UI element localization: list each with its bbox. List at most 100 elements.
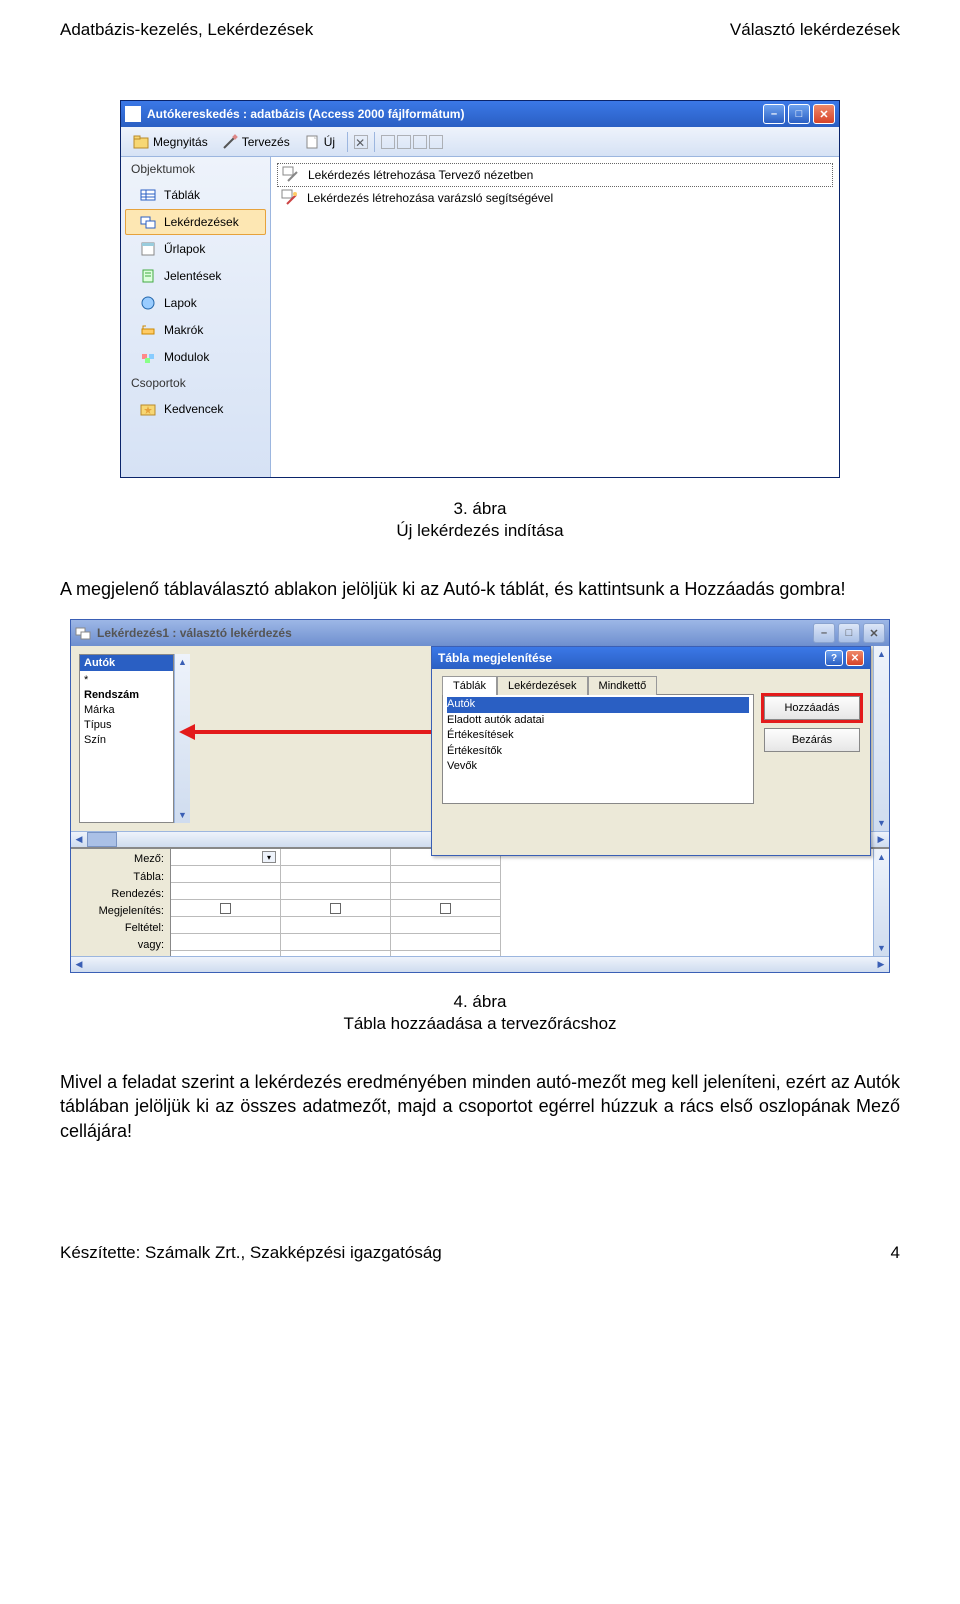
db-window: Autókereskedés : adatbázis (Access 2000 … xyxy=(120,100,840,478)
details-icon[interactable] xyxy=(429,135,443,149)
report-icon xyxy=(140,268,156,284)
open-icon xyxy=(133,134,149,150)
sidebar-item-pages[interactable]: Lapok xyxy=(125,290,266,316)
create-query-design-option[interactable]: Lekérdezés létrehozása Tervező nézetben xyxy=(277,163,833,187)
scroll-left-icon[interactable]: ◀ xyxy=(71,957,87,972)
tab-queries[interactable]: Lekérdezések xyxy=(497,676,588,695)
grid-cell-show[interactable] xyxy=(171,900,280,917)
sidebar-item-favorites[interactable]: Kedvencek xyxy=(125,396,266,422)
query-window: Lekérdezés1 : választó lekérdezés – □ ✕ … xyxy=(70,619,890,972)
sidebar-item-reports[interactable]: Jelentések xyxy=(125,263,266,289)
scroll-up-icon[interactable]: ▲ xyxy=(874,849,889,865)
create-query-wizard-option[interactable]: Lekérdezés létrehozása varázsló segítség… xyxy=(277,187,833,209)
figure-number: 4. ábra xyxy=(60,991,900,1013)
sidebar-label: Lapok xyxy=(164,296,197,310)
dialog-title: Tábla megjelenítése xyxy=(438,651,552,665)
list-item[interactable]: Eladott autók adatai xyxy=(447,713,749,728)
grid-cell-table[interactable] xyxy=(171,866,280,883)
list-item[interactable]: Autók xyxy=(447,697,749,712)
large-icons-icon[interactable] xyxy=(381,135,395,149)
scroll-down-icon[interactable]: ▼ xyxy=(874,940,889,956)
delete-icon[interactable]: ✕ xyxy=(354,135,368,149)
design-button[interactable]: Tervezés xyxy=(216,132,296,152)
field-item[interactable]: Rendszám xyxy=(84,688,169,703)
sidebar-header-objects: Objektumok xyxy=(121,157,270,181)
scroll-up-icon[interactable]: ▲ xyxy=(175,654,190,670)
close-button[interactable]: ✕ xyxy=(863,623,885,643)
sidebar-label: Jelentések xyxy=(164,269,221,283)
table-listbox[interactable]: Autók Eladott autók adatai Értékesítések… xyxy=(442,694,754,804)
sidebar-label: Makrók xyxy=(164,323,203,337)
list-item[interactable]: Értékesítések xyxy=(447,728,749,743)
dropdown-icon[interactable]: ▾ xyxy=(262,851,276,863)
field-item[interactable]: Típus xyxy=(84,718,169,733)
dialog-close-button[interactable]: ✕ xyxy=(846,650,864,666)
db-toolbar: Megnyitás Tervezés Új ✕ xyxy=(121,127,839,157)
list-icon[interactable] xyxy=(413,135,427,149)
sidebar-header-groups: Csoportok xyxy=(121,371,270,395)
pane-vscrollbar[interactable]: ▲ ▼ xyxy=(873,646,889,831)
option-label: Lekérdezés létrehozása varázsló segítség… xyxy=(307,191,553,205)
tab-both[interactable]: Mindkettő xyxy=(588,676,658,695)
sidebar-label: Lekérdezések xyxy=(164,215,239,229)
grid-label-field: Mező: xyxy=(77,851,164,868)
db-app-icon xyxy=(125,106,141,122)
grid-cell-sort[interactable] xyxy=(171,883,280,900)
paragraph-1: A megjelenő táblaválasztó ablakon jelölj… xyxy=(60,577,900,601)
help-button[interactable]: ? xyxy=(825,650,843,666)
new-button[interactable]: Új xyxy=(298,132,341,152)
grid-cell-field[interactable]: ▾ xyxy=(171,849,280,866)
small-icons-icon[interactable] xyxy=(397,135,411,149)
toolbar-separator xyxy=(347,132,348,152)
scroll-down-icon[interactable]: ▼ xyxy=(874,815,889,831)
list-item[interactable]: Vevők xyxy=(447,759,749,774)
scroll-up-icon[interactable]: ▲ xyxy=(874,646,889,662)
close-dialog-button[interactable]: Bezárás xyxy=(764,728,860,752)
minimize-button[interactable]: – xyxy=(763,104,785,124)
close-button[interactable]: ✕ xyxy=(813,104,835,124)
tab-tables[interactable]: Táblák xyxy=(442,676,497,695)
checkbox[interactable] xyxy=(440,903,451,914)
grid-column[interactable] xyxy=(281,849,391,955)
wizard-icon xyxy=(281,189,299,207)
page-header-left: Adatbázis-kezelés, Lekérdezések xyxy=(60,20,313,40)
hscroll-thumb[interactable] xyxy=(87,832,117,847)
scroll-right-icon[interactable]: ▶ xyxy=(873,832,889,847)
grid-cell-criteria[interactable] xyxy=(171,917,280,934)
grid-vscrollbar[interactable]: ▲ ▼ xyxy=(873,849,889,955)
module-icon xyxy=(140,349,156,365)
maximize-button[interactable]: □ xyxy=(788,104,810,124)
scroll-right-icon[interactable]: ▶ xyxy=(873,957,889,972)
sidebar-item-tables[interactable]: Táblák xyxy=(125,182,266,208)
figure-caption-1: 3. ábra Új lekérdezés indítása xyxy=(60,498,900,542)
add-button[interactable]: Hozzáadás xyxy=(764,696,860,720)
scroll-down-icon[interactable]: ▼ xyxy=(175,807,190,823)
sidebar-item-macros[interactable]: Makrók xyxy=(125,317,266,343)
scroll-left-icon[interactable]: ◀ xyxy=(71,832,87,847)
sidebar-label: Táblák xyxy=(164,188,200,202)
query-title: Lekérdezés1 : választó lekérdezés xyxy=(97,626,292,640)
field-item[interactable]: Szín xyxy=(84,733,169,748)
checkbox[interactable] xyxy=(330,903,341,914)
sidebar-item-forms[interactable]: Űrlapok xyxy=(125,236,266,262)
grid-cell-or[interactable] xyxy=(171,934,280,951)
field-item[interactable]: * xyxy=(84,673,169,688)
toolbar-separator xyxy=(374,132,375,152)
design-view-icon xyxy=(282,166,300,184)
query-icon xyxy=(140,214,156,230)
open-button[interactable]: Megnyitás xyxy=(127,132,214,152)
maximize-button[interactable]: □ xyxy=(838,623,860,643)
minimize-button[interactable]: – xyxy=(813,623,835,643)
list-item[interactable]: Értékesítők xyxy=(447,744,749,759)
design-icon xyxy=(222,134,238,150)
grid-column[interactable] xyxy=(391,849,501,955)
grid-hscrollbar[interactable]: ◀ ▶ xyxy=(71,956,889,972)
favorites-icon xyxy=(140,401,156,417)
sidebar-item-modules[interactable]: Modulok xyxy=(125,344,266,370)
field-list-autok[interactable]: Autók * Rendszám Márka Típus Szín xyxy=(79,654,174,823)
checkbox[interactable] xyxy=(220,903,231,914)
grid-column[interactable]: ▾ xyxy=(171,849,281,955)
field-item[interactable]: Márka xyxy=(84,703,169,718)
sidebar-item-queries[interactable]: Lekérdezések xyxy=(125,209,266,235)
table-icon xyxy=(140,187,156,203)
